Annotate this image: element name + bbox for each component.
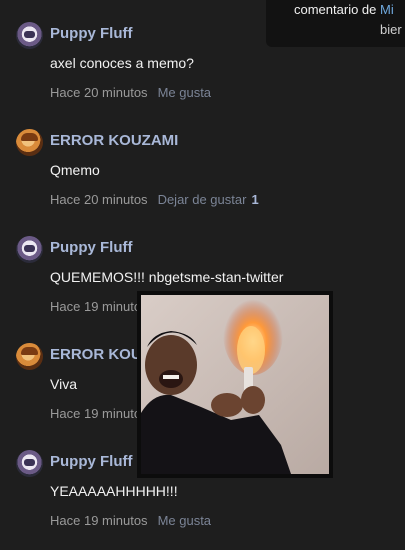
comment-item: Puppy Fluff axel conoces a memo? Hace 20…: [0, 22, 405, 122]
gif-image[interactable]: [137, 291, 333, 478]
toast-text: comentario de: [294, 2, 380, 17]
like-count[interactable]: 1: [251, 192, 258, 207]
comment-text: axel conoces a memo?: [50, 55, 194, 71]
avatar[interactable]: [16, 22, 43, 49]
comment-time: Hace 20 minutos: [50, 85, 148, 100]
comment-author[interactable]: Puppy Fluff: [50, 25, 133, 42]
toast-line-1: comentario de Mi: [294, 2, 394, 17]
comment-time: Hace 20 minutos: [50, 192, 148, 207]
avatar[interactable]: [16, 343, 43, 370]
comment-meta: Hace 19 minutos: [50, 406, 148, 421]
comment-time: Hace 19 minutos: [50, 513, 148, 528]
comment-meta: Hace 19 minutos: [50, 299, 148, 314]
like-button[interactable]: Me gusta: [158, 513, 211, 528]
like-button[interactable]: Me gusta: [158, 85, 211, 100]
comment-text: YEAAAAAHHHHH!!!: [50, 483, 178, 499]
comment-time: Hace 19 minutos: [50, 299, 148, 314]
comment-meta: Hace 20 minutos Me gusta: [50, 85, 211, 100]
comment-author[interactable]: Puppy Fluff: [50, 239, 133, 256]
comment-text: QUEMEMOS!!! nbgetsme-stan-twitter: [50, 269, 284, 285]
unlike-button[interactable]: Dejar de gustar: [158, 192, 247, 207]
comment-item: ERROR KOUZAMI Qmemo Hace 20 minutos Dejar…: [0, 129, 405, 229]
comment-meta: Hace 20 minutos Dejar de gustar 1: [50, 192, 259, 207]
comment-text: Qmemo: [50, 162, 100, 178]
toast-highlight: Mi: [380, 2, 394, 17]
avatar[interactable]: [16, 129, 43, 156]
avatar[interactable]: [16, 236, 43, 263]
comment-time: Hace 19 minutos: [50, 406, 148, 421]
comment-author[interactable]: ERROR KOUZAMI: [50, 132, 178, 149]
comment-author[interactable]: Puppy Fluff: [50, 453, 133, 470]
comment-meta: Hace 19 minutos Me gusta: [50, 513, 211, 528]
gif-picture: [141, 295, 329, 474]
avatar[interactable]: [16, 450, 43, 477]
comment-text: Viva: [50, 376, 77, 392]
